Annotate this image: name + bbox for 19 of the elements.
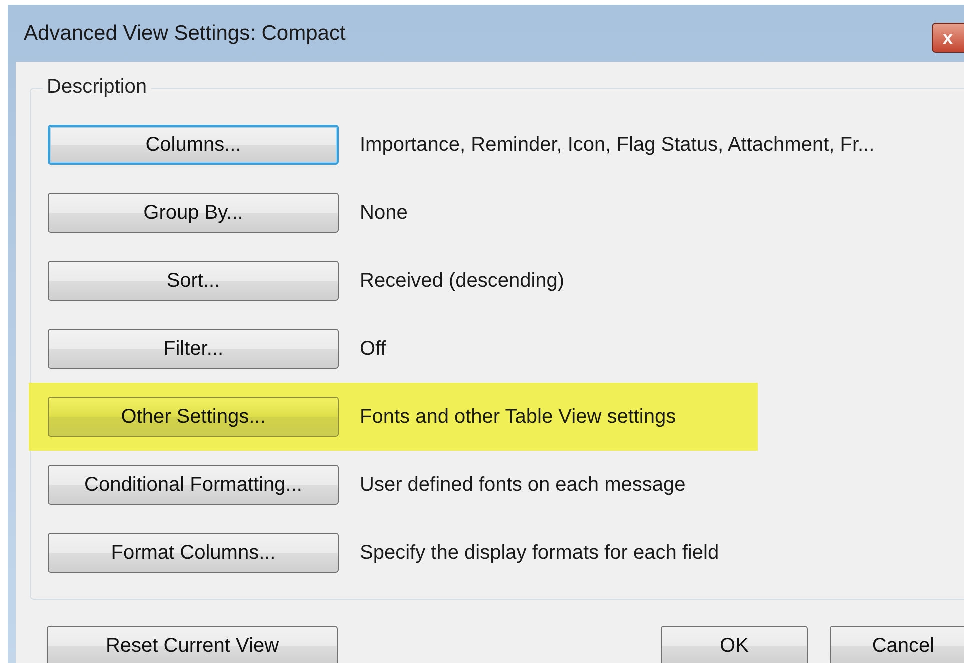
cancel-button[interactable]: Cancel: [830, 626, 964, 663]
settings-button[interactable]: Other Settings...: [48, 397, 339, 437]
setting-description: User defined fonts on each message: [360, 474, 686, 496]
window-title: Advanced View Settings: Compact: [24, 22, 346, 46]
settings-button[interactable]: Sort...: [48, 261, 339, 301]
setting-description: Fonts and other Table View settings: [360, 406, 676, 428]
setting-description: Off: [360, 338, 386, 360]
ok-button[interactable]: OK: [661, 626, 808, 663]
settings-button[interactable]: Conditional Formatting...: [48, 465, 339, 505]
setting-description: None: [360, 202, 408, 224]
reset-button[interactable]: Reset Current View: [47, 626, 338, 663]
settings-button[interactable]: Group By...: [48, 193, 339, 233]
setting-description: Specify the display formats for each field: [360, 542, 720, 564]
settings-button[interactable]: Filter...: [48, 329, 339, 369]
setting-description: Importance, Reminder, Icon, Flag Status, Attachment, Fr...: [360, 134, 875, 156]
setting-description: Received (descending): [360, 270, 565, 292]
group-label: Description: [43, 76, 152, 99]
settings-button[interactable]: Format Columns...: [48, 533, 339, 573]
settings-button[interactable]: Columns...: [48, 125, 339, 165]
